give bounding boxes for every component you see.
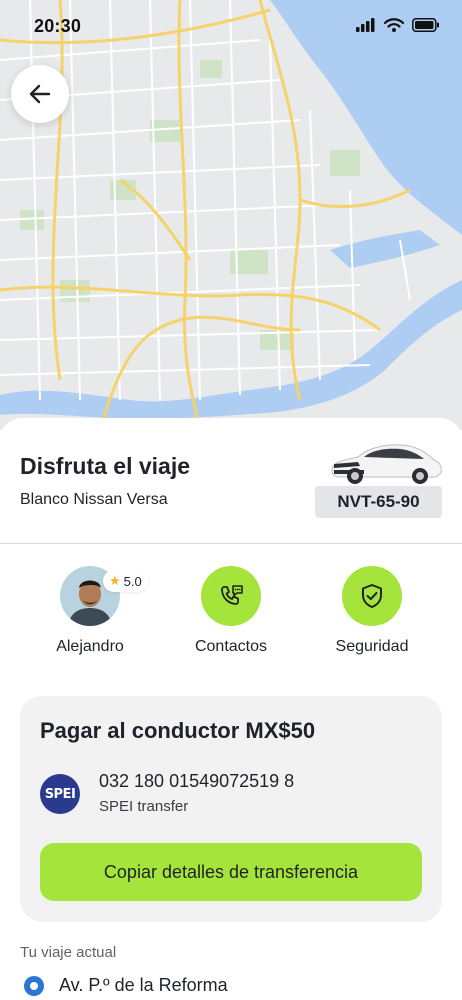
- status-bar: 20:30: [0, 0, 462, 52]
- spei-logo-text: SPEI: [44, 786, 76, 802]
- safety-button[interactable]: Seguridad: [302, 566, 442, 656]
- origin-stop[interactable]: Av. P.º de la Reforma: [59, 975, 228, 996]
- status-time: 20:30: [34, 16, 82, 36]
- safety-label: Seguridad: [335, 638, 409, 655]
- account-type: SPEI transfer: [99, 798, 189, 815]
- phone-chat-icon: [221, 585, 243, 605]
- divider: [0, 543, 462, 544]
- status-icons: [356, 18, 440, 32]
- star-icon: ★: [109, 573, 121, 588]
- safety-circle: [342, 566, 402, 626]
- spei-logo: SPEI: [40, 774, 80, 814]
- shield-check-icon: [362, 584, 382, 608]
- trip-sheet: Disfruta el viaje Blanco Nissan Versa NV…: [0, 418, 462, 1000]
- contacts-button[interactable]: Contactos: [161, 566, 301, 656]
- wifi-icon: [384, 18, 404, 32]
- origin-dot-icon: [24, 976, 44, 996]
- copy-transfer-details-button[interactable]: Copiar detalles de transferencia: [40, 843, 422, 901]
- account-number: 032 180 01549072519 8: [99, 771, 295, 791]
- trip-title: Disfruta el viaje: [20, 453, 191, 479]
- contacts-circle: [201, 566, 261, 626]
- car-description: Blanco Nissan Versa: [20, 491, 168, 508]
- car-image: [331, 444, 442, 484]
- payment-card: Pagar al conductor MX$50 SPEI 032 180 01…: [20, 696, 442, 922]
- battery-icon: [412, 18, 439, 32]
- back-button[interactable]: [11, 65, 69, 123]
- driver-rating: 5.0: [123, 573, 142, 589]
- signal-icon: [356, 18, 375, 32]
- current-trip-label: Tu viaje actual: [20, 944, 117, 961]
- payment-title: Pagar al conductor MX$50: [40, 718, 316, 743]
- driver-name: Alejandro: [56, 638, 124, 655]
- license-plate: NVT-65-90: [315, 486, 442, 518]
- driver-rating-badge: ★ 5.0: [103, 570, 148, 592]
- map-view[interactable]: [0, 0, 462, 430]
- contacts-label: Contactos: [194, 638, 268, 655]
- map-graphic: [0, 0, 462, 430]
- arrow-left-icon: [29, 84, 51, 104]
